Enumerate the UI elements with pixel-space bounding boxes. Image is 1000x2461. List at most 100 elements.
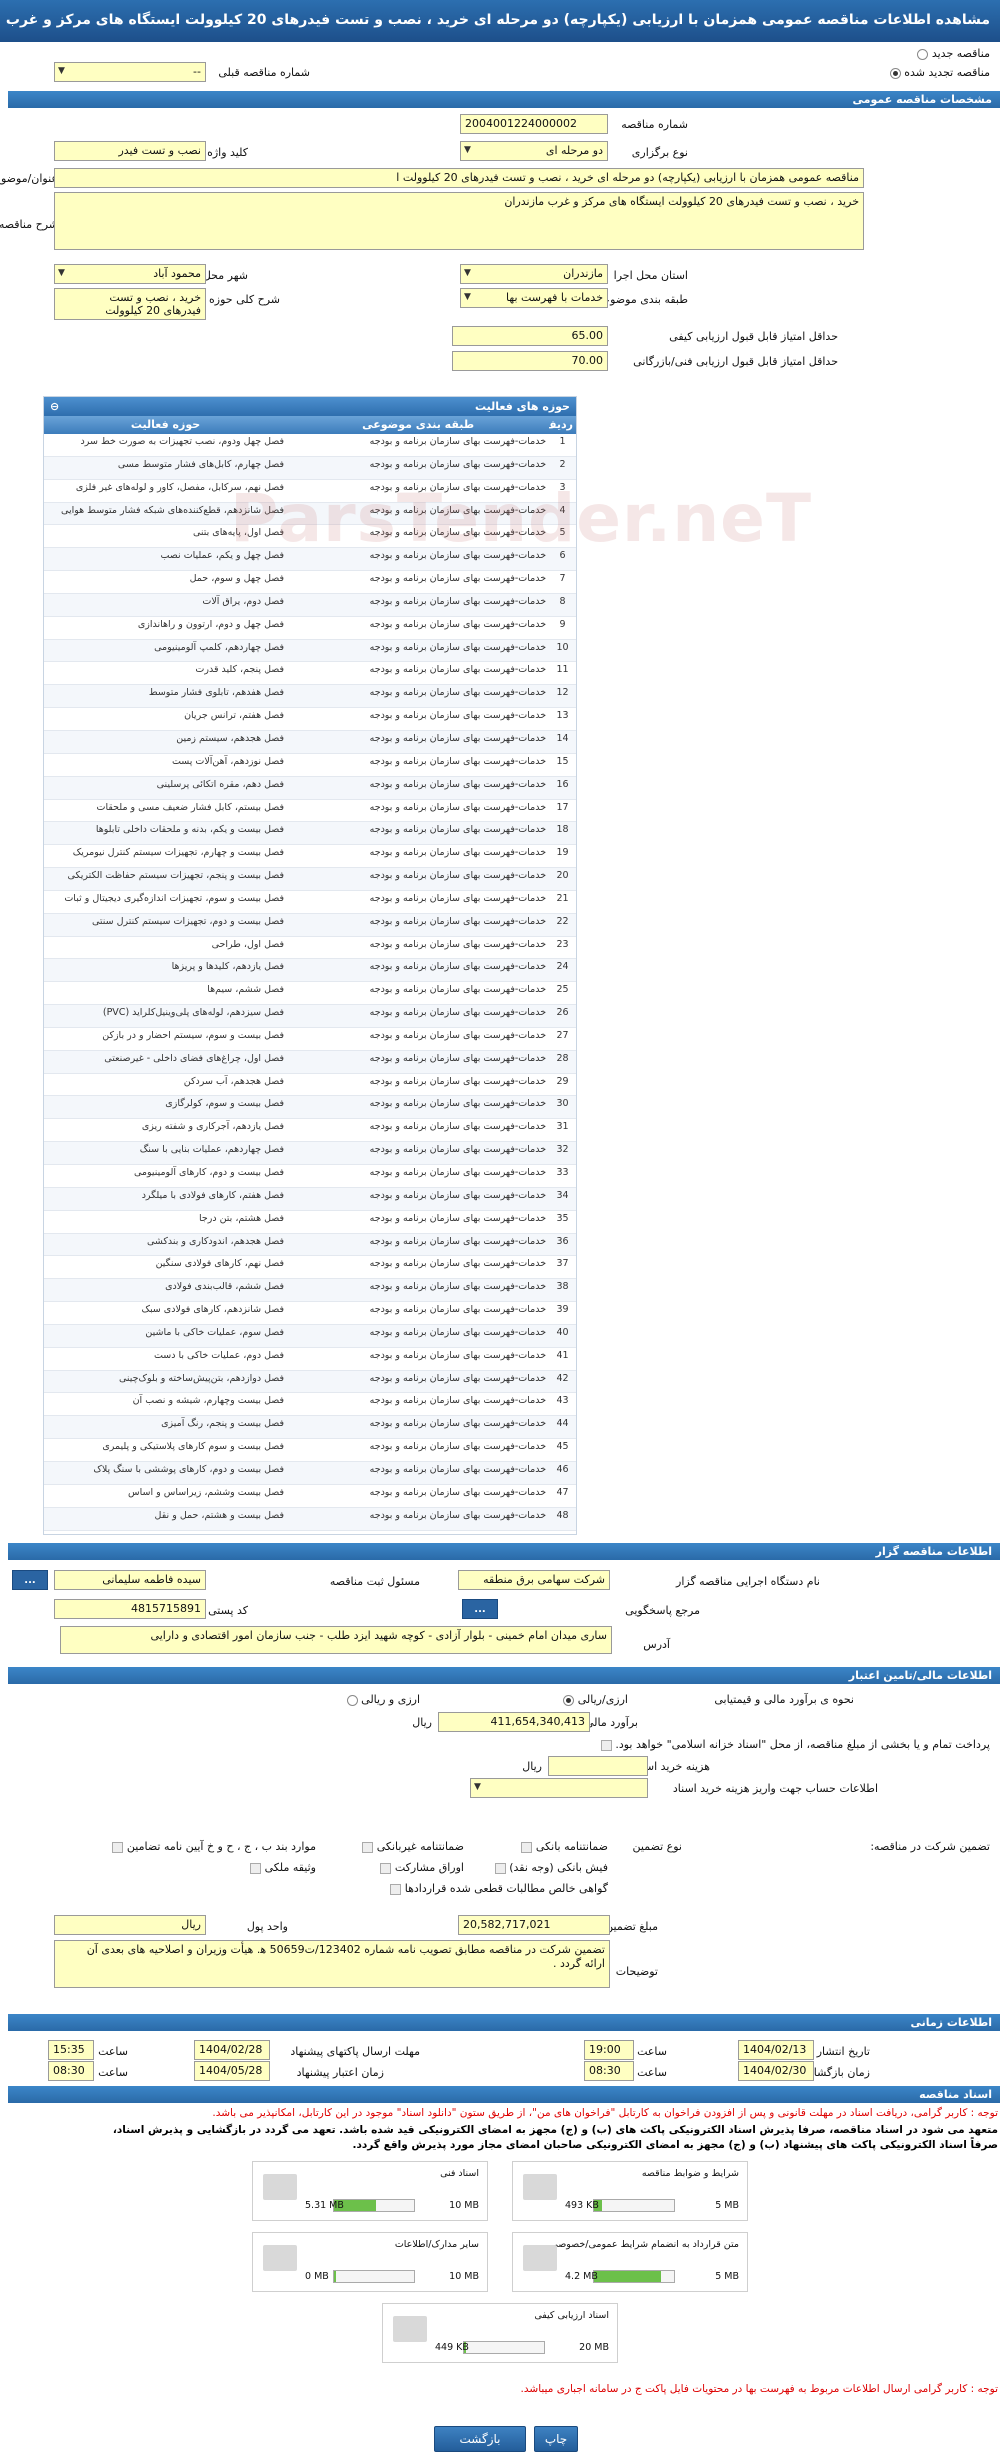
g-check-checkbox[interactable] (494, 1862, 506, 1874)
table-row: 27 خدمات-فهرست بهای سازمان برنامه و بودجه… (44, 1028, 576, 1051)
row-number: 31 (556, 1121, 569, 1133)
row-number: 9 (559, 618, 566, 630)
row-number: 4 (559, 504, 566, 516)
doc-size: 0 MB (305, 2271, 329, 2282)
table-row: 23 خدمات-فهرست بهای سازمان برنامه و بودجه… (44, 937, 576, 960)
notes-line2: ارائه گردد . (553, 1957, 605, 1970)
table-row: 25 خدمات-فهرست بهای سازمان برنامه و بودجه… (44, 982, 576, 1006)
table-row: 12 خدمات-فهرست بهای سازمان برنامه و بودجه… (44, 685, 576, 709)
row-number: 17 (556, 801, 569, 813)
type-value: دو مرحله ای (545, 144, 603, 157)
row-activity: فصل سوم، عملیات خاکی با ماشین (145, 1326, 285, 1338)
province-value: مازندران (563, 267, 603, 280)
row-activity: فصل ششم، قالب‌بندی فولادی (165, 1281, 285, 1293)
bank-account-select[interactable]: ▼ (470, 1778, 648, 1798)
officer-lookup-button[interactable]: ... (12, 1570, 48, 1590)
activity-table-columns: ردیف طبقه بندی موضوعی حوزه فعالیت (44, 416, 576, 434)
g-property-checkbox[interactable] (250, 1862, 262, 1874)
prev-tender-select[interactable]: -- ▼ (54, 62, 206, 82)
province-select[interactable]: مازندران ▼ (460, 264, 608, 284)
category-select[interactable]: خدمات با فهرست بها ▼ (460, 288, 608, 308)
row-category: خدمات-فهرست بهای سازمان برنامه و بودجه (369, 938, 547, 950)
g-bank-label: ضمانتنامه بانکی (535, 1840, 608, 1853)
treasury-option[interactable]: پرداخت تمام و یا بخشی از مبلغ مناقصه، از… (600, 1738, 990, 1751)
row-category: خدمات-فهرست بهای سازمان برنامه و بودجه (369, 892, 547, 904)
col-category: طبقه بندی موضوعی (362, 418, 475, 431)
g-check-option[interactable]: فیش بانکی (وجه نقد) (494, 1861, 608, 1874)
collapse-icon[interactable]: ⊖ (50, 400, 59, 413)
row-category: خدمات-فهرست بهای سازمان برنامه و بودجه (369, 984, 547, 996)
doc-card-conditions[interactable]: شرایط و ضوابط مناقصه 5 MB 493 KB (512, 2161, 748, 2221)
row-category: خدمات-فهرست بهای سازمان برنامه و بودجه (369, 1098, 547, 1110)
g-bank-option[interactable]: ضمانتنامه بانکی (521, 1840, 608, 1853)
back-button[interactable]: بازگشت (434, 2426, 526, 2452)
ref-lookup-button[interactable]: ... (462, 1599, 498, 1619)
table-row: 47 خدمات-فهرست بهای سازمان برنامه و بودجه… (44, 1485, 576, 1508)
g-bank-checkbox[interactable] (521, 1841, 533, 1853)
doc-card-contract[interactable]: متن قرارداد به انضمام شرایط عمومی/خصوصی 5… (512, 2232, 748, 2292)
doc-card-quality[interactable]: اسناد ارزیابی کیفی 20 MB 449 KB (382, 2303, 618, 2363)
new-tender-label: مناقصه جدید (931, 47, 990, 60)
opt-both-radio[interactable] (346, 1694, 358, 1706)
row-number: 20 (556, 870, 569, 882)
chevron-down-icon: ▼ (464, 292, 471, 302)
doc-card-other[interactable]: سایر مدارک/اطلاعات 10 MB 0 MB (252, 2232, 488, 2292)
doc-progress (593, 2270, 675, 2283)
g-receivables-checkbox[interactable] (390, 1883, 402, 1895)
row-category: خدمات-فهرست بهای سازمان برنامه و بودجه (369, 481, 547, 493)
row-category: خدمات-فهرست بهای سازمان برنامه و بودجه (369, 1441, 547, 1453)
g-property-option[interactable]: وثیقه ملکی (250, 1861, 316, 1874)
pub-time-label: ساعت (637, 2045, 667, 2058)
g-clause-checkbox[interactable] (112, 1841, 124, 1853)
renewed-tender-radio[interactable] (889, 67, 901, 79)
row-category: خدمات-فهرست بهای سازمان برنامه و بودجه (369, 1349, 547, 1361)
type-select[interactable]: دو مرحله ای ▼ (460, 141, 608, 161)
opt-currency-option[interactable]: ارزی/ریالی (563, 1693, 628, 1706)
new-tender-radio[interactable] (917, 48, 929, 60)
activity-desc-line1: خرید ، نصب و تست (109, 291, 201, 304)
doc-size: 493 KB (565, 2200, 599, 2211)
row-category: خدمات-فهرست بهای سازمان برنامه و بودجه (369, 1189, 547, 1201)
table-row: 49خدمات-فهرست بهای سازمان برنامه و بودجه… (44, 1531, 576, 1535)
row-number: 38 (556, 1281, 569, 1293)
row-number: 42 (556, 1372, 569, 1384)
doc-card-technical[interactable]: اسناد فنی 10 MB 5.31 MB (252, 2161, 488, 2221)
table-row: 38 خدمات-فهرست بهای سازمان برنامه و بودجه… (44, 1279, 576, 1303)
postal-field: 4815715891 (54, 1599, 206, 1619)
notes-label: توضیحات (615, 1965, 658, 1978)
table-row: 40 خدمات-فهرست بهای سازمان برنامه و بودجه… (44, 1324, 576, 1348)
g-clause-option[interactable]: موارد بند ب ، ج ، ح و خ آیین نامه تضامین (112, 1840, 316, 1853)
section-organizer: اطلاعات مناقصه گزار (8, 1543, 1000, 1560)
g-nonbank-checkbox[interactable] (362, 1841, 374, 1853)
doc-progress (593, 2199, 675, 2212)
row-activity: فصل چهل و دوم، ارتوون و راهاندازی (137, 618, 285, 630)
g-bonds-option[interactable]: اوراق مشارکت (380, 1861, 464, 1874)
row-number: 34 (556, 1189, 569, 1201)
row-number: 48 (556, 1509, 569, 1521)
folder-icon (263, 2174, 297, 2200)
city-select[interactable]: محمود آباد ▼ (54, 264, 206, 284)
type-label: نوع برگزاری (631, 146, 688, 159)
table-row: 21 خدمات-فهرست بهای سازمان برنامه و بودجه… (44, 891, 576, 914)
row-number: 36 (556, 1235, 569, 1247)
g-bonds-checkbox[interactable] (380, 1862, 392, 1874)
renewed-tender-option[interactable]: مناقصه تجدید شده (889, 66, 990, 79)
table-row: 9 خدمات-فهرست بهای سازمان برنامه و بودجه ف… (44, 617, 576, 640)
row-number: 13 (556, 710, 569, 722)
row-category: خدمات-فهرست بهای سازمان برنامه و بودجه (369, 1326, 547, 1338)
new-tender-option[interactable]: مناقصه جدید (917, 47, 990, 60)
g-receivables-option[interactable]: گواهی خالص مطالبات قطعی شده قراردادها (390, 1882, 608, 1895)
doc-max: 10 MB (449, 2200, 479, 2211)
row-activity: فصل هشتم، بتن درجا (198, 1212, 285, 1224)
table-row: 31 خدمات-فهرست بهای سازمان برنامه و بودجه… (44, 1119, 576, 1143)
row-category: خدمات-فهرست بهای سازمان برنامه و بودجه (369, 801, 547, 813)
table-row: 6 خدمات-فهرست بهای سازمان برنامه و بودجه ف… (44, 548, 576, 572)
activity-table-header[interactable]: ⊖ حوزه های فعالیت (44, 397, 576, 416)
opt-currency-radio[interactable] (563, 1694, 575, 1706)
doc-title: اسناد فنی (440, 2168, 479, 2179)
opt-both-option[interactable]: ارزی و ریالی (346, 1693, 420, 1706)
treasury-checkbox[interactable] (600, 1739, 612, 1751)
g-nonbank-option[interactable]: ضمانتنامه غیربانکی (362, 1840, 464, 1853)
print-button[interactable]: چاپ (534, 2426, 578, 2452)
chevron-down-icon: ▼ (474, 1782, 481, 1792)
